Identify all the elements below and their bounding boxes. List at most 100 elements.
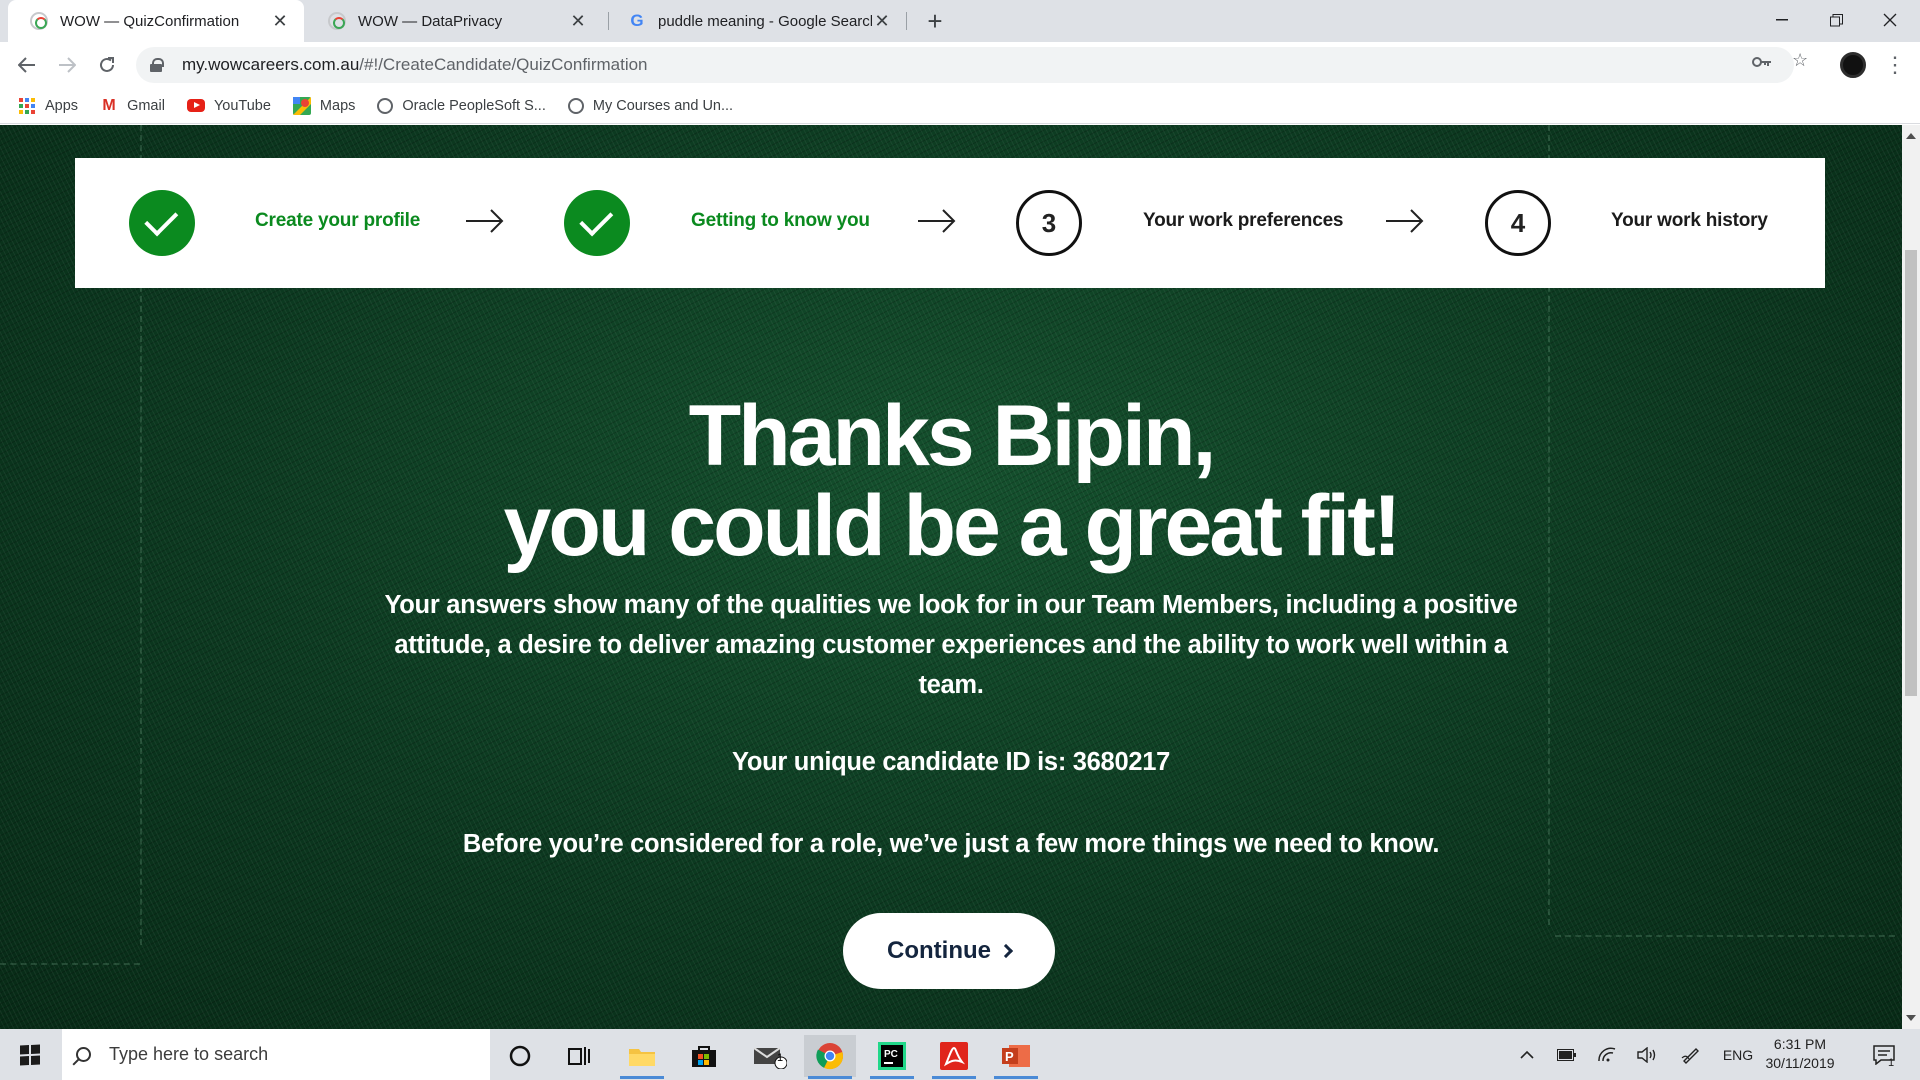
close-tab-icon[interactable]: ✕ — [568, 11, 588, 32]
scrollbar-thumb[interactable] — [1905, 250, 1917, 696]
headline-line-1: Thanks Bipin, — [688, 388, 1217, 484]
arrow-right-icon — [1386, 209, 1424, 233]
profile-avatar[interactable] — [1840, 52, 1866, 78]
minimize-icon[interactable] — [1752, 0, 1812, 40]
reload-icon[interactable] — [92, 50, 122, 80]
forward-icon[interactable] — [52, 50, 82, 80]
action-center-icon[interactable]: 1 — [1864, 1029, 1904, 1080]
windows-logo-icon — [20, 1043, 40, 1066]
language-indicator[interactable]: ENG — [1718, 1029, 1758, 1080]
apps-grid-icon — [18, 97, 36, 115]
tab-title: puddle meaning - Google Search — [658, 12, 872, 30]
bookmark-maps[interactable]: Maps — [292, 96, 356, 115]
candidate-id: Your unique candidate ID is: 3680217 — [732, 748, 1170, 776]
tab-google-search[interactable]: G puddle meaning - Google Search ✕ — [606, 0, 906, 42]
mail-badge: 1 — [777, 1052, 784, 1064]
browser-tab-strip: WOW — QuizConfirmation ✕ WOW — DataPriva… — [0, 0, 1920, 42]
step-number-4: 4 — [1485, 190, 1551, 256]
taskbar-clock[interactable]: 6:31 PM 30/11/2019 — [1760, 1035, 1840, 1073]
tab-title: WOW — DataPrivacy — [358, 12, 503, 30]
google-favicon-icon: G — [630, 11, 644, 30]
bookmark-oracle-peoplesoft[interactable]: Oracle PeopleSoft S... — [377, 97, 546, 114]
key-icon[interactable] — [1752, 52, 1772, 73]
mail-icon[interactable]: 1 — [744, 1035, 796, 1077]
headline-line-2: you could be a great fit! — [503, 478, 1402, 574]
chevron-right-icon — [998, 943, 1014, 959]
fabric-stitch — [0, 963, 140, 965]
step-number-3: 3 — [1016, 190, 1082, 256]
search-placeholder: Type here to search — [109, 1044, 269, 1064]
qualities-message: Your answers show many of the qualities … — [384, 591, 1518, 699]
progress-stepper: Create your profile Getting to know you … — [75, 158, 1825, 288]
wow-favicon-icon — [328, 12, 346, 30]
taskbar-search-box[interactable]: Type here to search — [62, 1029, 490, 1080]
acrobat-icon[interactable] — [928, 1035, 980, 1079]
page-scrollbar[interactable] — [1902, 125, 1920, 1029]
wifi-icon[interactable] — [1592, 1029, 1622, 1080]
svg-text:PC: PC — [884, 1049, 898, 1060]
task-view-icon[interactable] — [554, 1035, 606, 1077]
tab-data-privacy[interactable]: WOW — DataPrivacy ✕ — [306, 0, 602, 42]
file-explorer-icon[interactable] — [616, 1035, 668, 1079]
chrome-icon[interactable] — [804, 1035, 856, 1079]
bookmark-youtube[interactable]: YouTube — [186, 98, 271, 114]
restore-icon[interactable] — [1806, 0, 1866, 40]
next-steps-message: Before you’re considered for a role, we’… — [462, 830, 1440, 858]
menu-icon[interactable]: ⋮ — [1884, 50, 1906, 80]
fabric-stitch — [1555, 935, 1895, 937]
globe-icon — [567, 97, 584, 114]
bookmark-label: Apps — [45, 97, 79, 114]
bookmark-label: Maps — [319, 97, 356, 114]
bookmark-star-icon[interactable]: ☆ — [1792, 50, 1808, 71]
continue-button[interactable]: Continue — [843, 913, 1055, 989]
windows-taskbar: Type here to search 1 PC P ENG 6:31 PM 3… — [0, 1029, 1920, 1080]
tab-title: WOW — QuizConfirmation — [60, 12, 240, 30]
volume-icon[interactable] — [1632, 1029, 1662, 1080]
battery-icon[interactable] — [1552, 1029, 1582, 1080]
quiz-confirmation-page: Create your profile Getting to know you … — [0, 125, 1902, 1029]
gmail-icon: M — [102, 96, 116, 114]
maps-icon — [292, 96, 311, 115]
close-tab-icon[interactable]: ✕ — [270, 11, 290, 32]
continue-button-label: Continue — [887, 937, 991, 964]
tab-divider — [906, 12, 907, 30]
bookmark-apps[interactable]: Apps — [18, 97, 78, 115]
bookmark-gmail[interactable]: M Gmail — [100, 97, 165, 115]
url-text: my.wowcareers.com.au/#!/CreateCandidate/… — [182, 55, 648, 74]
start-button[interactable] — [0, 1029, 60, 1080]
browser-toolbar: my.wowcareers.com.au/#!/CreateCandidate/… — [0, 42, 1920, 88]
step-label-work-preferences: Your work preferences — [1143, 210, 1344, 231]
step-complete-check-icon — [564, 190, 630, 256]
bookmark-label: My Courses and Un... — [592, 97, 734, 114]
arrow-right-icon — [466, 209, 504, 233]
store-icon[interactable] — [678, 1035, 730, 1077]
powerpoint-icon[interactable]: P — [990, 1035, 1042, 1079]
scroll-up-icon[interactable] — [1906, 133, 1916, 139]
svg-text:P: P — [1005, 1049, 1014, 1064]
globe-icon — [377, 97, 394, 114]
bookmark-my-courses[interactable]: My Courses and Un... — [567, 97, 734, 114]
wow-favicon-icon — [30, 12, 48, 30]
new-tab-icon[interactable]: + — [920, 6, 950, 36]
close-window-icon[interactable] — [1860, 0, 1920, 40]
close-tab-icon[interactable]: ✕ — [872, 11, 892, 32]
address-bar[interactable]: my.wowcareers.com.au/#!/CreateCandidate/… — [136, 47, 1794, 83]
tab-quiz-confirmation[interactable]: WOW — QuizConfirmation ✕ — [8, 0, 304, 42]
bookmarks-bar: Apps M Gmail YouTube Maps Oracle PeopleS… — [0, 88, 1920, 124]
notification-badge: 1 — [1888, 1057, 1895, 1069]
clock-time: 6:31 PM — [1773, 1036, 1827, 1052]
youtube-icon — [186, 99, 205, 112]
pycharm-icon[interactable]: PC — [866, 1035, 918, 1079]
arrow-right-icon — [918, 209, 956, 233]
clock-date: 30/11/2019 — [1765, 1055, 1835, 1071]
show-hidden-icons-chevron-icon[interactable] — [1512, 1029, 1542, 1080]
back-icon[interactable] — [12, 50, 42, 80]
pen-workspace-icon[interactable] — [1676, 1029, 1706, 1080]
bookmark-label: Oracle PeopleSoft S... — [402, 97, 546, 114]
scroll-down-icon[interactable] — [1906, 1015, 1916, 1021]
cortana-icon[interactable] — [494, 1035, 546, 1077]
step-label-create-profile: Create your profile — [255, 210, 421, 231]
search-icon — [76, 1047, 91, 1062]
lock-icon[interactable] — [150, 58, 164, 72]
step-label-getting-to-know-you: Getting to know you — [691, 210, 870, 231]
